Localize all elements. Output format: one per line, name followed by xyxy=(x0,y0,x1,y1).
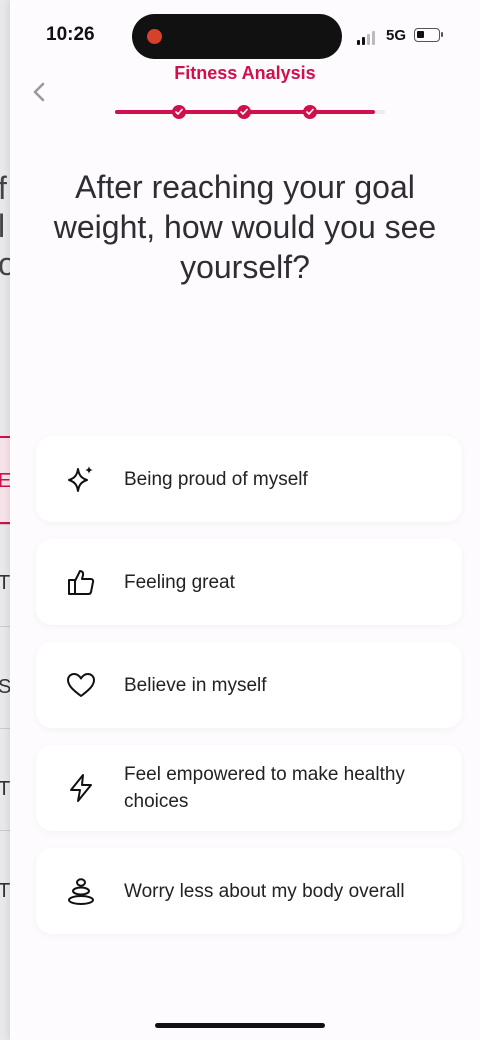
option-worry-less[interactable]: Worry less about my body overall xyxy=(36,848,462,934)
status-bar: 10:26 5G xyxy=(10,0,480,72)
lightning-icon xyxy=(70,774,92,802)
option-label: Believe in myself xyxy=(124,674,267,696)
option-being-proud[interactable]: Being proud of myself xyxy=(36,436,462,522)
question-heading: After reaching your goal weight, how wou… xyxy=(53,169,437,285)
signal-icon xyxy=(357,29,379,45)
status-time: 10:26 xyxy=(46,24,95,45)
sheet: 10:26 5G Fitness Analysis After reaching… xyxy=(10,0,480,1040)
check-icon xyxy=(237,105,251,119)
option-feel-empowered[interactable]: Feel empowered to make healthy choices xyxy=(36,745,462,831)
option-feeling-great[interactable]: Feeling great xyxy=(36,539,462,625)
chevron-left-icon xyxy=(33,82,45,102)
back-button[interactable] xyxy=(28,80,52,104)
option-label: Feel empowered to make healthy choices xyxy=(124,764,405,812)
stacked-stones-icon xyxy=(68,878,94,905)
heart-icon xyxy=(67,673,95,697)
sparkle-icon xyxy=(68,466,93,492)
dynamic-island xyxy=(132,14,342,59)
option-believe-in-myself[interactable]: Believe in myself xyxy=(36,642,462,728)
thumbs-up-icon xyxy=(68,570,95,595)
background-screen-edge: f l o E T S T T xyxy=(0,0,10,1040)
option-label: Feeling great xyxy=(124,571,235,593)
progress-bar xyxy=(115,103,385,121)
home-indicator[interactable] xyxy=(155,1023,325,1028)
battery-icon xyxy=(414,28,443,42)
option-label: Worry less about my body overall xyxy=(124,880,405,902)
page-title: Fitness Analysis xyxy=(174,63,316,83)
check-icon xyxy=(303,105,317,119)
check-icon xyxy=(172,105,186,119)
option-label: Being proud of myself xyxy=(124,468,308,490)
options-list: Being proud of myself Feeling great Beli… xyxy=(36,436,462,951)
network-type: 5G xyxy=(386,27,407,44)
recording-indicator-icon xyxy=(147,29,162,44)
